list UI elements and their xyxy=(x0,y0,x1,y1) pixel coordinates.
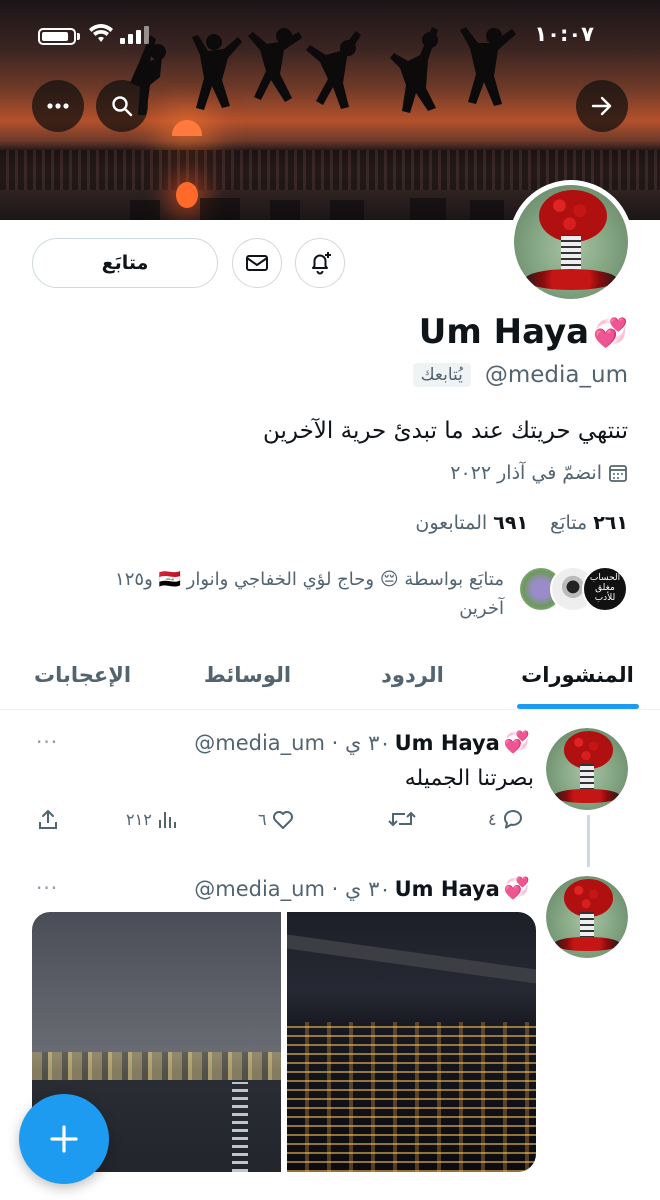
follows-you-badge: يُتابعك xyxy=(412,363,471,387)
avatar-image xyxy=(546,876,628,958)
media-photo-bridge[interactable] xyxy=(287,912,536,1172)
profile-display-name: Um Haya 💞 xyxy=(419,312,628,352)
follower-avatar: الحساب مغلق للأدب xyxy=(582,566,628,612)
battery-tip xyxy=(77,33,80,40)
followed-by-text: متابَع بواسطة 😔 وحاج لؤي الخفاجي وانوار … xyxy=(115,569,504,619)
like-button[interactable]: ٦ xyxy=(258,808,295,830)
avatar-image xyxy=(514,185,628,299)
reply-icon xyxy=(503,810,522,829)
profile-avatar[interactable] xyxy=(509,180,633,304)
post-text: بصرتنا الجميله xyxy=(404,766,534,791)
display-name-text: Um Haya xyxy=(418,312,590,352)
post-author-emoji: 💞 xyxy=(503,730,530,754)
avatar-base xyxy=(554,936,620,952)
followers-count: ٦٩١ xyxy=(493,512,529,534)
photo-reflection xyxy=(232,1082,248,1172)
avatar-base xyxy=(525,269,617,290)
tab-likes[interactable]: الإعجابات xyxy=(0,640,165,709)
more-icon xyxy=(47,103,69,109)
followers-avatars: الحساب مغلق للأدب xyxy=(518,566,628,612)
following-count: ٢٦١ xyxy=(593,512,628,534)
battery-icon xyxy=(38,28,76,45)
retweet-icon xyxy=(388,811,416,827)
status-bar: ١٠:٠٧ xyxy=(0,0,660,70)
retweet-button[interactable] xyxy=(388,808,416,830)
profile-handle: @media_um xyxy=(484,362,628,388)
joined-date: انضمّ في آذار ٢٠٢٢ xyxy=(450,462,628,484)
likes-count: ٦ xyxy=(258,809,267,829)
search-icon xyxy=(112,96,133,117)
post-author-name[interactable]: Um Haya xyxy=(395,731,500,755)
tab-media[interactable]: الوسائط xyxy=(165,640,330,709)
post-handle-time: @media_um · ٣٠ ي xyxy=(194,876,391,901)
post-handle-time: @media_um · ٣٠ ي xyxy=(194,730,391,755)
photo-city-lights xyxy=(32,1052,281,1080)
search-button[interactable] xyxy=(96,80,148,132)
compose-post-button[interactable] xyxy=(19,1094,109,1184)
reply-button[interactable]: ٤ xyxy=(488,808,525,830)
avatar-roses xyxy=(539,189,608,242)
post-header: @media_um · ٣٠ ي Um Haya 💞 xyxy=(194,876,530,901)
follow-stats: ٢٦١ متابَع ٦٩١ المتابعون xyxy=(415,512,628,534)
post-more-button[interactable]: ··· xyxy=(36,730,58,754)
avatar-base xyxy=(554,788,620,804)
handle-row: يُتابعك @media_um xyxy=(412,362,628,388)
replies-count: ٤ xyxy=(488,809,497,829)
followers-stat[interactable]: ٦٩١ المتابعون xyxy=(415,512,528,534)
bell-plus-icon xyxy=(312,252,331,275)
views-button[interactable]: ٢١٢ xyxy=(126,808,178,830)
notifications-button[interactable] xyxy=(295,238,345,288)
back-arrow-icon xyxy=(591,96,612,116)
bar-chart-icon xyxy=(158,812,176,828)
photo-water-reflections xyxy=(287,1022,536,1172)
plus-icon xyxy=(50,1125,78,1153)
wifi-icon xyxy=(89,24,113,42)
following-label: متابَع xyxy=(550,512,588,534)
post-actions: ٢١٢ ٦ ٤ xyxy=(36,808,536,840)
post-more-button[interactable]: ··· xyxy=(36,876,58,900)
post-header: @media_um · ٣٠ ي Um Haya 💞 xyxy=(194,730,530,755)
share-icon xyxy=(39,810,57,829)
name-emoji: 💞 xyxy=(593,315,628,349)
joined-text: انضمّ في آذار ٢٠٢٢ xyxy=(450,462,602,484)
following-button[interactable]: متابَع xyxy=(32,238,218,288)
following-stat[interactable]: ٢٦١ متابَع xyxy=(550,512,628,534)
profile-bio: تنتهي حريتك عند ما تبدئ حرية الآخرين xyxy=(262,418,628,444)
tab-replies[interactable]: الردود xyxy=(330,640,495,709)
calendar-icon xyxy=(609,465,627,482)
post-author-emoji: 💞 xyxy=(503,876,530,900)
status-time: ١٠:٠٧ xyxy=(534,22,594,46)
post-avatar[interactable] xyxy=(546,728,628,810)
more-options-button[interactable] xyxy=(32,80,84,132)
followed-by-row[interactable]: الحساب مغلق للأدب متابَع بواسطة 😔 وحاج ل… xyxy=(74,566,628,624)
post-author-name[interactable]: Um Haya xyxy=(395,877,500,901)
thread-line xyxy=(587,815,590,867)
post-avatar[interactable] xyxy=(546,876,628,958)
views-count: ٢١٢ xyxy=(126,809,152,829)
back-button[interactable] xyxy=(576,80,628,132)
cellular-signal-icon xyxy=(120,26,149,44)
avatar-image xyxy=(546,728,628,810)
heart-icon xyxy=(272,811,293,829)
message-button[interactable] xyxy=(232,238,282,288)
envelope-icon xyxy=(246,255,268,271)
followers-label: المتابعون xyxy=(415,512,488,534)
profile-tabs: المنشورات الردود الوسائط الإعجابات xyxy=(0,640,660,710)
share-button[interactable] xyxy=(36,808,60,832)
tab-posts[interactable]: المنشورات xyxy=(495,640,660,709)
photo-bridge xyxy=(287,934,536,984)
